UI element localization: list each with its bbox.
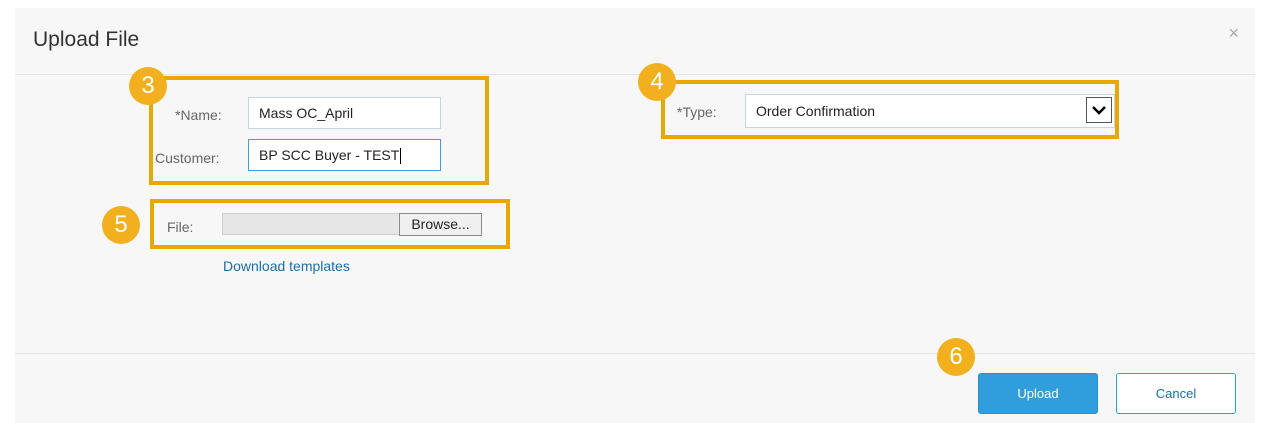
cancel-button[interactable]: Cancel — [1116, 373, 1236, 414]
dialog-header: Upload File × — [15, 8, 1255, 75]
download-templates-link[interactable]: Download templates — [223, 258, 350, 274]
callout-badge-3: 3 — [129, 67, 167, 105]
callout-badge-5: 5 — [102, 206, 140, 244]
callout-box-4 — [661, 80, 1119, 139]
upload-button[interactable]: Upload — [978, 373, 1098, 414]
footer-divider — [15, 353, 1255, 354]
callout-badge-6: 6 — [937, 338, 975, 376]
callout-box-3 — [149, 76, 489, 185]
close-icon[interactable]: × — [1228, 24, 1239, 42]
callout-box-5 — [150, 199, 510, 249]
dialog-title: Upload File — [33, 28, 140, 51]
callout-badge-4: 4 — [638, 63, 676, 101]
